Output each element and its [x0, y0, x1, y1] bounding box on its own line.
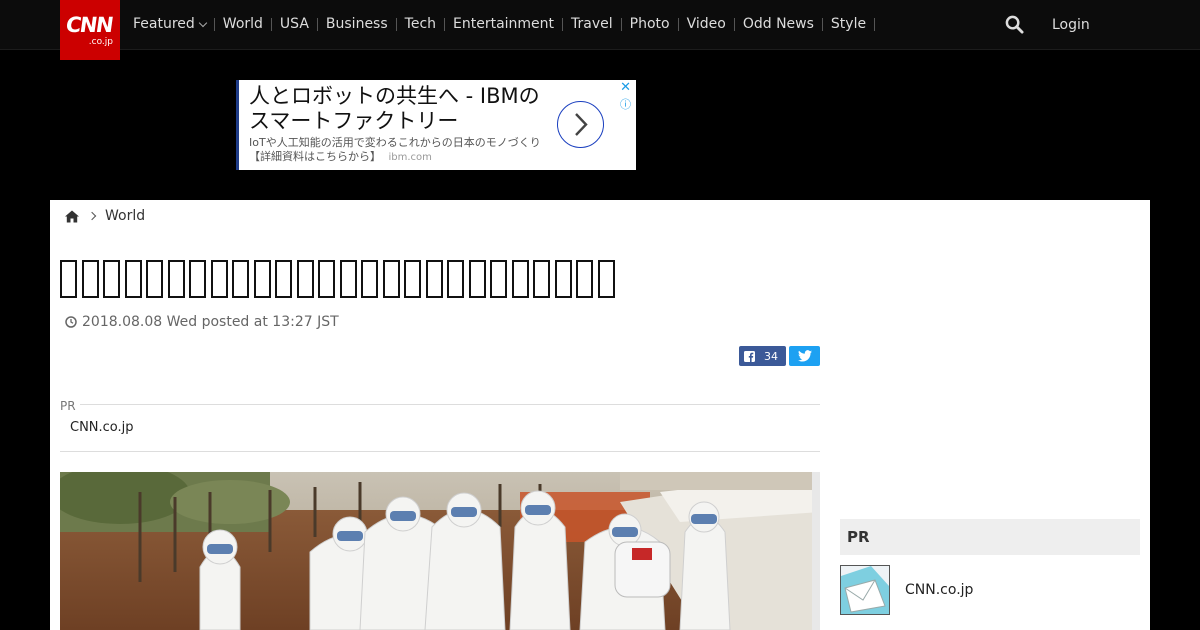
title-glyph — [447, 260, 464, 298]
pr-link[interactable]: CNN.co.jp — [70, 420, 134, 435]
nav-item-style[interactable]: Style — [823, 16, 874, 32]
chevron-right-icon — [574, 112, 588, 136]
main-nav: Featured World USA Business Tech Entertainmen… — [125, 0, 876, 48]
facebook-icon — [744, 350, 755, 362]
title-glyph — [275, 260, 292, 298]
divider — [60, 451, 820, 452]
facebook-share-button[interactable]: 34 — [739, 346, 786, 366]
nav-item-tech[interactable]: Tech — [397, 16, 444, 32]
nav-item-label: Odd News — [742, 16, 814, 32]
twitter-share-button[interactable] — [789, 346, 820, 366]
title-glyph — [253, 260, 271, 298]
nav-item-featured[interactable]: Featured — [125, 16, 214, 32]
top-navigation-bar: Featured World USA Business Tech Entertainmen… — [0, 0, 1200, 50]
title-glyph — [81, 260, 99, 298]
nav-item-label: Business — [325, 16, 388, 32]
content-panel: World 2018.08.08 Wed posted at 13:27 JST… — [50, 200, 1150, 630]
title-glyph — [533, 260, 550, 298]
ad-headline[interactable]: 人とロボットの共生へ - IBMのスマートファクトリー — [249, 84, 549, 134]
title-glyph — [425, 260, 443, 298]
title-glyph — [124, 260, 142, 298]
logo-sub: .co.jp — [88, 37, 113, 47]
title-glyph — [167, 260, 185, 298]
sidebar-pr-item[interactable]: CNN.co.jp — [840, 565, 1140, 615]
clock-icon — [65, 316, 77, 328]
title-glyph — [146, 260, 163, 298]
facebook-share-count: 34 — [764, 349, 778, 363]
nav-item-photo[interactable]: Photo — [622, 16, 678, 32]
breadcrumb-section[interactable]: World — [105, 208, 145, 224]
title-glyph — [296, 260, 314, 298]
title-glyph — [318, 260, 335, 298]
close-icon[interactable]: ✕ — [620, 80, 631, 95]
article-date: 2018.08.08 Wed posted at 13:27 JST — [65, 314, 339, 330]
sidebar-pr-title: PR — [840, 519, 1140, 555]
nav-item-world[interactable]: World — [215, 16, 271, 32]
breadcrumb: World — [65, 208, 145, 224]
title-glyph — [404, 260, 421, 298]
article-photo — [60, 472, 820, 630]
info-icon[interactable]: ⓘ — [620, 96, 631, 112]
nav-item-video[interactable]: Video — [679, 16, 734, 32]
title-glyph — [361, 260, 378, 298]
ad-next-button[interactable] — [557, 101, 604, 148]
title-glyph — [490, 260, 507, 298]
ad-domain: ibm.com — [388, 152, 432, 163]
nav-item-label: Style — [830, 16, 867, 32]
divider — [80, 404, 820, 405]
title-glyph — [382, 260, 400, 298]
title-glyph — [232, 260, 249, 298]
chevron-right-icon — [87, 211, 97, 221]
nav-item-label: Entertainment — [453, 16, 555, 32]
ad-subtext[interactable]: IoTや人工知能の活用で変わるこれからの日本のモノづくり【詳細資料はこちらから】… — [249, 136, 549, 165]
nav-item-label: Video — [686, 16, 726, 32]
title-glyph — [189, 260, 206, 298]
nav-item-label: Travel — [571, 16, 613, 32]
home-icon[interactable] — [65, 210, 79, 223]
title-glyph — [60, 260, 77, 298]
title-glyph — [339, 260, 357, 298]
search-icon[interactable] — [1005, 15, 1024, 34]
mail-thumbnail-icon — [841, 566, 889, 614]
title-glyph — [210, 260, 228, 298]
nav-item-entertainment[interactable]: Entertainment — [445, 16, 562, 32]
title-glyph — [554, 260, 572, 298]
pr-label: PR — [60, 399, 76, 413]
title-glyph — [597, 260, 615, 298]
cnn-logo[interactable]: CNN .co.jp — [60, 0, 120, 60]
title-glyph — [468, 260, 486, 298]
share-buttons: 34 — [739, 346, 820, 366]
ad-banner[interactable]: 人とロボットの共生へ - IBMのスマートファクトリー IoTや人工知能の活用で… — [236, 80, 636, 170]
chevron-down-icon — [198, 18, 208, 27]
logo-main: CNN — [64, 13, 114, 37]
nav-item-travel[interactable]: Travel — [563, 16, 621, 32]
login-link[interactable]: Login — [1052, 17, 1090, 33]
sidebar-pr-link: CNN.co.jp — [905, 582, 974, 598]
article-title — [60, 256, 615, 302]
title-glyph — [576, 260, 593, 298]
date-text: 2018.08.08 Wed posted at 13:27 JST — [82, 314, 339, 330]
twitter-icon — [797, 350, 812, 362]
nav-item-usa[interactable]: USA — [272, 16, 317, 32]
nav-item-label: Photo — [629, 16, 670, 32]
nav-item-business[interactable]: Business — [318, 16, 396, 32]
nav-item-label: Tech — [404, 16, 437, 32]
title-glyph — [511, 260, 529, 298]
nav-separator — [874, 17, 876, 31]
title-glyph — [103, 260, 120, 298]
nav-item-label: World — [222, 16, 263, 32]
nav-item-label: Featured — [133, 16, 195, 32]
nav-item-label: USA — [279, 16, 309, 32]
pr-thumbnail — [840, 565, 890, 615]
nav-item-odd-news[interactable]: Odd News — [735, 16, 822, 32]
